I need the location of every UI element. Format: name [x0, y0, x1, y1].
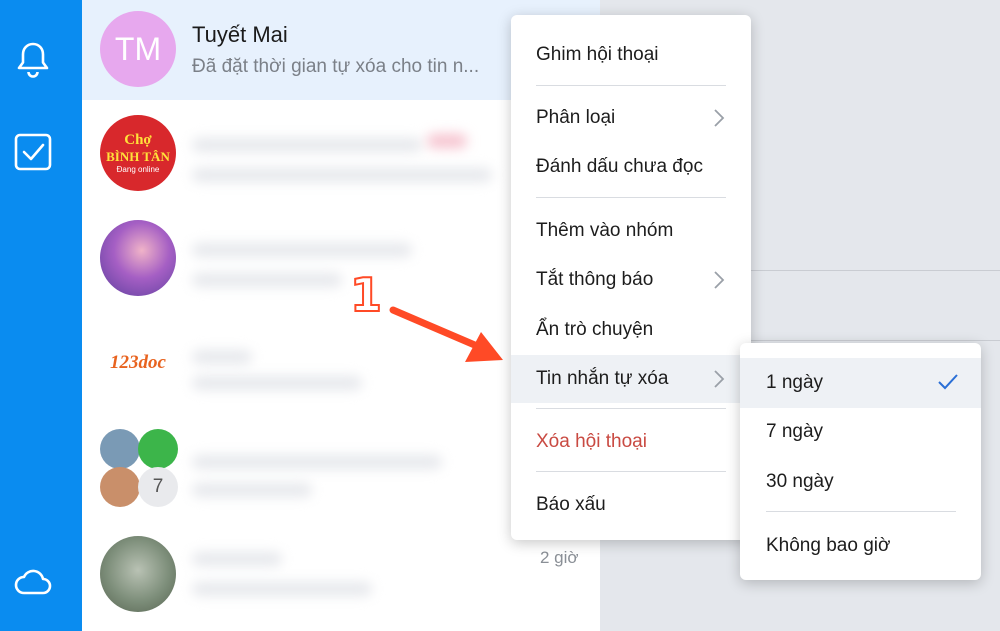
menu-item-pin[interactable]: Ghim hội thoại [511, 33, 751, 77]
chevron-right-icon [714, 271, 725, 289]
avatar [100, 536, 176, 612]
blurred-text [192, 582, 372, 596]
menu-item-classify[interactable]: Phân loại [511, 96, 751, 140]
submenu-divider [766, 511, 956, 512]
submenu-item-never[interactable]: Không bao giờ [740, 521, 981, 571]
timestamp: 2 giờ [540, 548, 579, 567]
avatar [100, 467, 140, 507]
submenu-item-label: 30 ngày [766, 471, 834, 492]
blurred-text [192, 483, 312, 497]
avatar [138, 429, 178, 469]
menu-item-delete-conversation[interactable]: Xóa hội thoại [511, 420, 751, 464]
cloud-icon[interactable] [13, 562, 53, 602]
menu-item-label: Báo xấu [536, 494, 606, 515]
blurred-text [192, 376, 362, 390]
blurred-text [192, 243, 412, 257]
left-rail [0, 0, 82, 631]
menu-item-report[interactable]: Báo xấu [511, 483, 751, 527]
menu-divider [536, 471, 726, 472]
menu-item-auto-delete[interactable]: Tin nhắn tự xóa [511, 355, 751, 403]
blurred-text [192, 455, 442, 469]
menu-divider [536, 85, 726, 86]
menu-item-label: Ghim hội thoại [536, 44, 659, 65]
avatar-text: BÌNH TÂN [106, 149, 170, 164]
menu-item-label: Ẩn trò chuyện [536, 319, 654, 340]
todo-checkbox-icon[interactable] [13, 132, 53, 172]
menu-item-label: Phân loại [536, 107, 616, 128]
avatar: TM [100, 11, 176, 87]
avatar-text: Chợ [124, 132, 152, 148]
blurred-text [192, 350, 252, 364]
blurred-text [192, 138, 422, 152]
submenu-item-label: Không bao giờ [766, 535, 891, 556]
menu-item-label: Tin nhắn tự xóa [536, 368, 669, 389]
avatar [100, 429, 140, 469]
avatar: 123doc [100, 325, 176, 401]
submenu-item-30-days[interactable]: 30 ngày [740, 457, 981, 507]
chevron-right-icon [714, 370, 725, 388]
context-menu: Ghim hội thoại Phân loại Đánh dấu chưa đ… [511, 15, 751, 540]
logo-text: 123doc [110, 352, 166, 373]
menu-item-label: Xóa hội thoại [536, 431, 647, 452]
menu-divider [536, 197, 726, 198]
menu-item-label: Đánh dấu chưa đọc [536, 156, 703, 177]
avatar: Chợ BÌNH TÂN Đang online [100, 115, 176, 191]
annotation-step-number: 1 [349, 267, 383, 323]
chevron-right-icon [714, 109, 725, 127]
group-count-badge: 7 [138, 467, 178, 507]
blurred-text [192, 273, 342, 287]
menu-item-mute[interactable]: Tắt thông báo [511, 258, 751, 302]
submenu-item-7-days[interactable]: 7 ngày [740, 407, 981, 457]
menu-item-label: Thêm vào nhóm [536, 220, 674, 241]
list-item[interactable] [82, 530, 600, 625]
blurred-text [192, 168, 492, 182]
avatar-text: Đang online [116, 165, 160, 174]
submenu-item-1-day[interactable]: 1 ngày [740, 358, 981, 408]
menu-item-label: Tắt thông báo [536, 269, 654, 290]
submenu-item-label: 7 ngày [766, 421, 824, 442]
annotation-arrow-icon [389, 306, 503, 362]
avatar [100, 220, 176, 296]
blurred-text [427, 134, 467, 148]
menu-item-add-to-group[interactable]: Thêm vào nhóm [511, 209, 751, 253]
menu-item-hide-chat[interactable]: Ẩn trò chuyện [511, 308, 751, 352]
auto-delete-submenu: 1 ngày 7 ngày 30 ngày Không bao giờ [740, 343, 981, 580]
blurred-text [192, 552, 282, 566]
checkmark-icon [938, 374, 958, 390]
bell-icon[interactable] [13, 40, 53, 80]
conversation-name: Tuyết Mai [192, 22, 288, 47]
submenu-item-label: 1 ngày [766, 372, 824, 393]
menu-item-mark-unread[interactable]: Đánh dấu chưa đọc [511, 145, 751, 189]
menu-divider [536, 408, 726, 409]
conversation-preview: Đã đặt thời gian tự xóa cho tin n... [192, 56, 480, 77]
